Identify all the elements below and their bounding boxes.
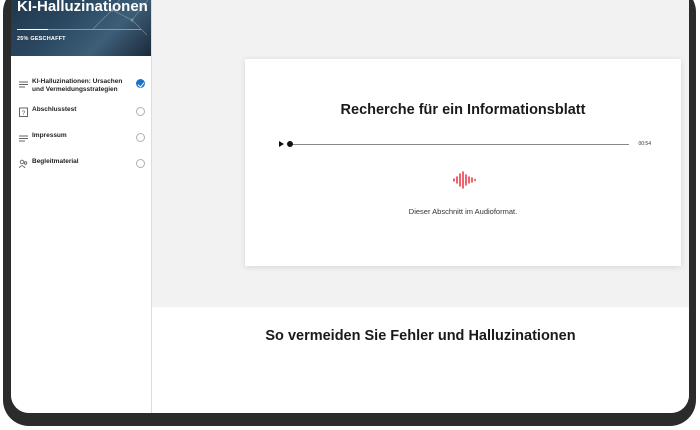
sidebar-item-label: Impressum: [32, 132, 67, 139]
sidebar-item-begleitmaterial[interactable]: Begleitmaterial: [11, 152, 151, 178]
tablet-frame: KI-Halluzinationen 25% GESCHAFFT KI-Hall…: [3, 0, 696, 426]
incomplete-circle-icon: [136, 133, 145, 142]
sidebar-item-lesson[interactable]: KI-Halluzinationen: Ursachen und Vermeid…: [11, 72, 151, 100]
screen: KI-Halluzinationen 25% GESCHAFFT KI-Hall…: [11, 0, 689, 413]
lines-icon: [19, 135, 28, 142]
course-title: KI-Halluzinationen: [17, 0, 148, 15]
lesson-list: KI-Halluzinationen: Ursachen und Vermeid…: [11, 72, 151, 178]
sidebar-item-abschlusstest[interactable]: ? Abschlusstest: [11, 100, 151, 126]
audio-player: 00:54: [279, 140, 651, 150]
progress-bar-fill: [17, 29, 48, 30]
seek-bar[interactable]: [289, 144, 629, 145]
audio-wave-icon: [453, 171, 476, 189]
sidebar-header: KI-Halluzinationen 25% GESCHAFFT: [11, 0, 151, 56]
section-title: So vermeiden Sie Fehler und Halluzinatio…: [265, 328, 576, 344]
quiz-icon: ?: [19, 107, 28, 117]
audio-duration: 00:54: [638, 141, 651, 147]
incomplete-circle-icon: [136, 107, 145, 116]
content-section: So vermeiden Sie Fehler und Halluzinatio…: [152, 307, 689, 413]
sidebar-item-label: Abschlusstest: [32, 106, 77, 113]
sidebar: KI-Halluzinationen 25% GESCHAFFT KI-Hall…: [11, 0, 152, 413]
lines-icon: [19, 81, 28, 88]
main-content: Recherche für ein Informationsblatt 00:5…: [152, 0, 689, 413]
incomplete-circle-icon: [136, 159, 145, 168]
play-button[interactable]: [279, 141, 284, 147]
audio-card: Recherche für ein Informationsblatt 00:5…: [245, 59, 681, 266]
sidebar-item-label: Begleitmaterial: [32, 158, 79, 165]
sidebar-item-impressum[interactable]: Impressum: [11, 126, 151, 152]
progress-text: 25% GESCHAFFT: [17, 36, 66, 42]
sidebar-item-label: KI-Halluzinationen: Ursachen und Vermeid…: [32, 78, 123, 93]
people-icon: [19, 159, 28, 169]
completed-check-icon: [136, 79, 145, 88]
audio-caption: Dieser Abschnitt im Audioformat.: [408, 207, 518, 216]
progress-bar: [17, 29, 141, 30]
seek-handle[interactable]: [287, 141, 293, 147]
card-title: Recherche für ein Informationsblatt: [340, 102, 586, 118]
